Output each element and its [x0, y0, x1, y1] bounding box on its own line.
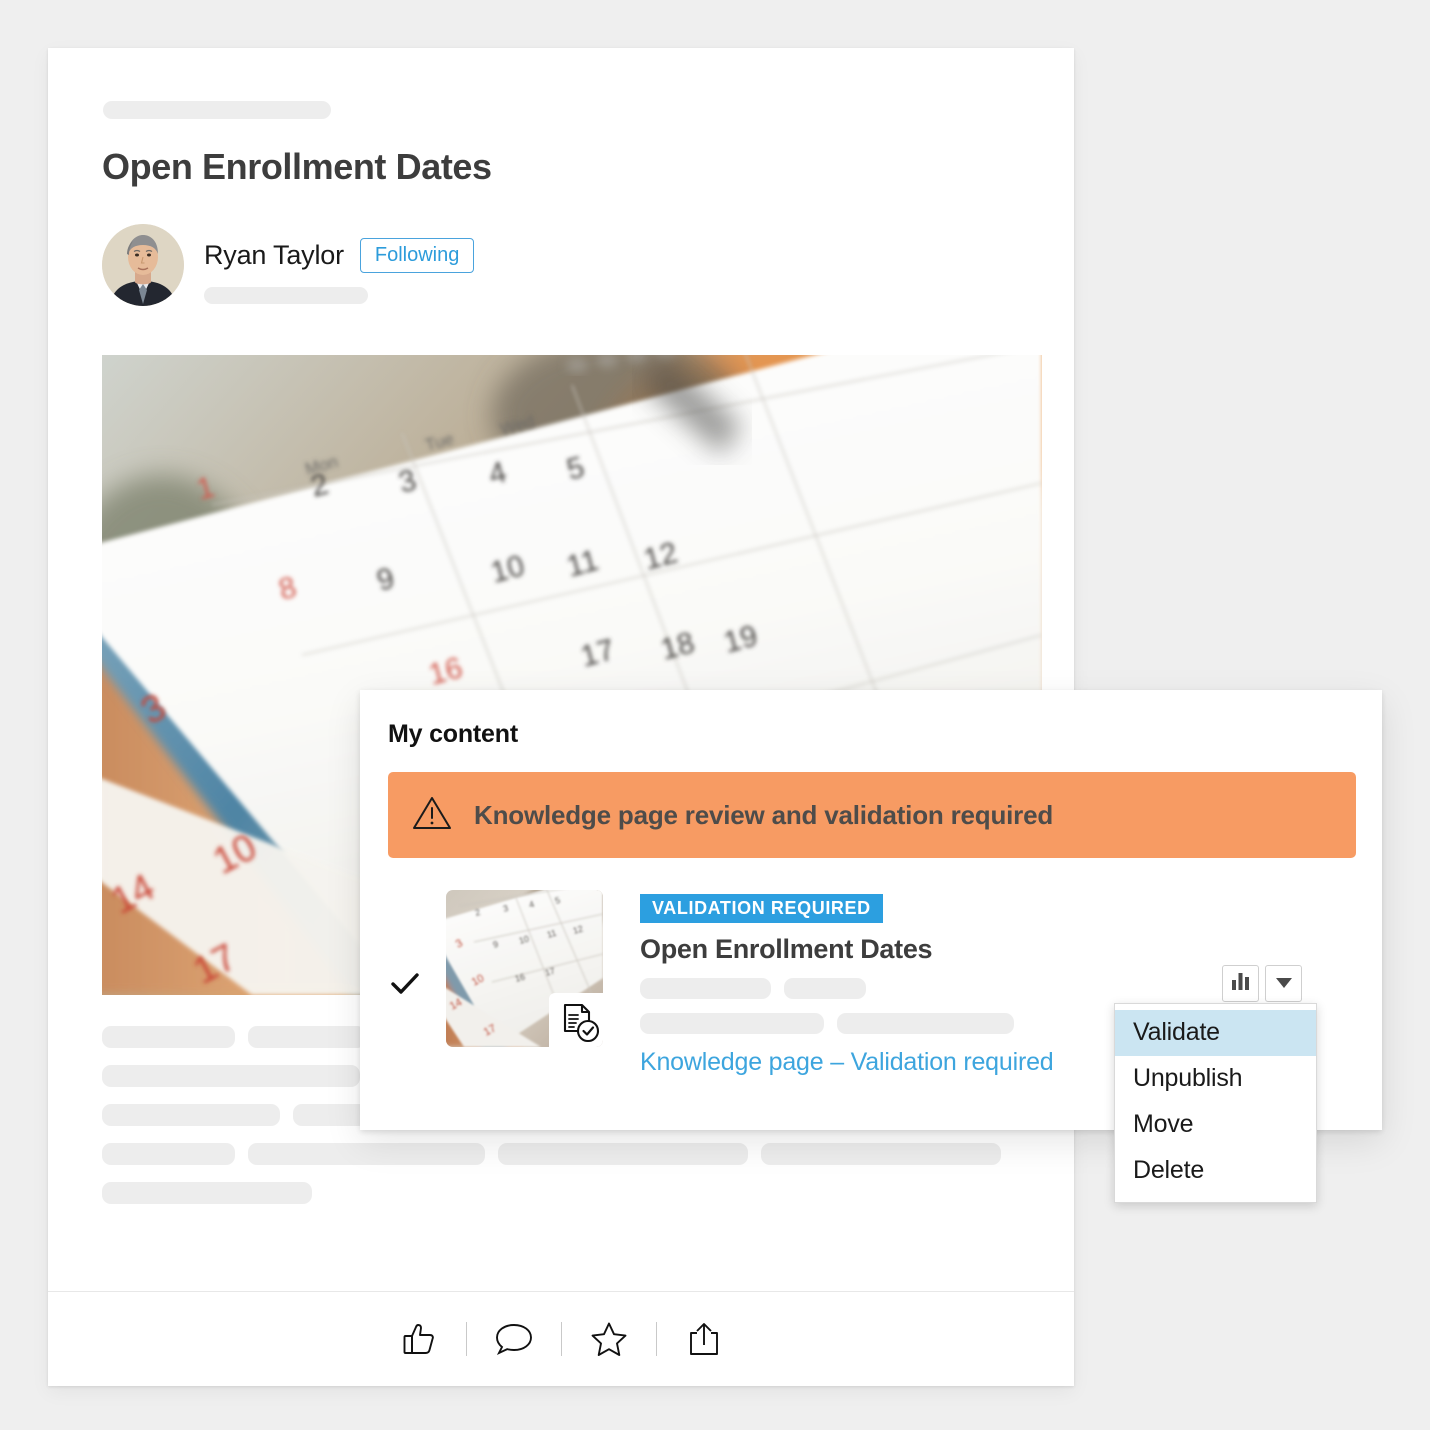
share-icon	[687, 1321, 721, 1357]
breadcrumb-skeleton	[103, 101, 331, 119]
comment-button[interactable]	[483, 1316, 545, 1362]
menu-item-move[interactable]: Move	[1115, 1102, 1316, 1148]
like-button[interactable]	[388, 1316, 450, 1362]
following-button[interactable]: Following	[359, 238, 475, 273]
thumbs-up-icon	[401, 1322, 437, 1356]
skeleton-row	[102, 1182, 1002, 1204]
page-title: Open Enrollment Dates	[102, 146, 492, 187]
share-button[interactable]	[673, 1316, 735, 1362]
menu-item-validate[interactable]: Validate	[1115, 1010, 1316, 1056]
author-row: Ryan Taylor Following	[102, 224, 475, 306]
divider	[465, 1322, 467, 1356]
skeleton-row	[102, 1143, 1002, 1165]
chevron-down-icon	[1275, 975, 1292, 993]
favorite-button[interactable]	[578, 1316, 640, 1362]
star-icon	[590, 1321, 628, 1357]
article-action-bar	[48, 1291, 1074, 1386]
validation-alert-banner: Knowledge page review and validation req…	[388, 772, 1356, 858]
analytics-button[interactable]	[1222, 965, 1259, 1002]
alert-message: Knowledge page review and validation req…	[474, 799, 1054, 830]
author-meta: Ryan Taylor Following	[204, 224, 475, 304]
panel-title: My content	[388, 720, 518, 748]
menu-item-unpublish[interactable]: Unpublish	[1115, 1056, 1316, 1102]
warning-triangle-icon	[412, 795, 452, 835]
item-action-buttons	[1222, 965, 1302, 1002]
item-checkbox[interactable]	[388, 967, 422, 1001]
status-badge: VALIDATION REQUIRED	[640, 894, 883, 923]
actions-dropdown-menu: Validate Unpublish Move Delete	[1114, 1003, 1317, 1203]
document-check-icon	[549, 993, 603, 1047]
avatar	[102, 224, 184, 306]
item-thumbnail[interactable]: 2 3 4 5 9 10 11 12 16 17 3 10 14 17	[446, 890, 603, 1047]
menu-item-delete[interactable]: Delete	[1115, 1148, 1316, 1194]
more-actions-button[interactable]	[1265, 965, 1302, 1002]
divider	[560, 1322, 562, 1356]
author-name: Ryan Taylor	[204, 240, 344, 270]
bar-chart-icon	[1231, 972, 1250, 995]
comment-bubble-icon	[494, 1322, 534, 1356]
author-subtitle-skeleton	[204, 287, 368, 304]
divider	[655, 1322, 657, 1356]
item-title: Open Enrollment Dates	[640, 934, 933, 964]
